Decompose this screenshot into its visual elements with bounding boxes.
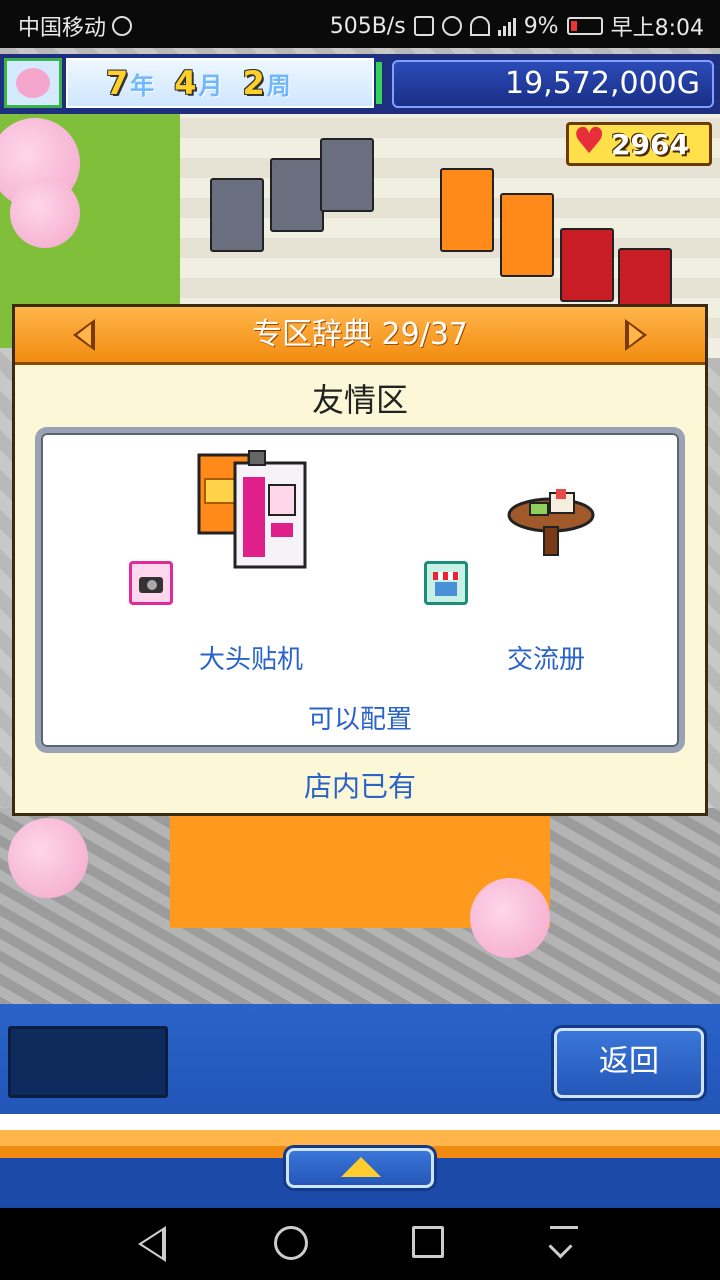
sticker-machine [440,168,494,252]
alarm-icon [112,16,133,36]
top-hud: 7年 4月 2周 19,572,000G [0,54,720,114]
owned-status: 店内已有 [303,770,416,803]
placeable-status: 可以配置 [307,705,412,735]
cherry-tree [10,178,80,248]
eye-icon [441,16,462,36]
arcade-machine [210,178,264,252]
shop-icon [424,561,468,605]
slot-machine [560,228,614,302]
hearts-counter: 2964 [566,121,712,166]
arcade-machine [320,138,374,212]
zone-name: 友情区 [311,381,408,419]
table-sprite [507,489,595,556]
cherry-blossom-icon [16,68,50,98]
status-left: 中国移动 [18,10,133,42]
money-display: 19,572,000G [392,60,714,108]
clock: 早上8:04 [610,16,704,41]
sticker-machine [500,193,554,277]
vibrate-icon [413,16,434,36]
arcade-machine [270,158,324,232]
next-page-button[interactable] [615,315,655,355]
dialog-header: 专区辞典 29/37 [15,307,705,365]
week: 2周 [242,64,291,102]
net-speed: 505B/s [329,13,406,39]
item-label: 大头贴机 [198,645,303,675]
zone-item[interactable]: 大头贴机 [91,433,391,733]
home-circle-icon[interactable] [274,1226,308,1260]
recents-square-icon[interactable] [412,1226,444,1258]
battery-percent: 9% [523,13,559,39]
sticker-machine-sprite [197,450,307,569]
cherry-tree [8,818,88,898]
back-button[interactable]: 返回 [554,1028,704,1098]
signal-icon [497,16,516,36]
zone-item[interactable]: 交流册 [386,433,686,733]
heart-icon [573,121,605,162]
notification-pull-icon[interactable] [550,1226,578,1262]
camera-icon [129,561,173,605]
item-label: 交流册 [506,645,585,675]
expand-up-button[interactable] [286,1148,434,1188]
wifi-icon [469,16,490,36]
hearts-value: 2964 [611,127,689,161]
cherry-tree [470,878,550,958]
dialog-title: 专区辞典 29/37 [252,317,468,352]
bottom-panel: 返回 [0,1004,720,1208]
year: 7年 [106,64,155,102]
carrier-name: 中国移动 [18,16,107,41]
game-date: 7年 4月 2周 [66,58,374,108]
back-triangle-icon[interactable] [138,1226,166,1262]
season-thumbnail[interactable] [4,58,62,108]
zone-items-panel: 大头贴机 交流册 可以配置 [35,427,685,753]
zone-dictionary-dialog: 专区辞典 29/37 友情区 大头贴机 交流册 可以配置 店内已有 [12,304,708,816]
hud-divider [376,62,382,104]
status-bar: 中国移动 505B/s 9% 早上8:04 [0,0,720,48]
battery-icon [566,17,603,35]
month: 4月 [174,64,223,102]
status-right: 505B/s 9% 早上8:04 [330,10,704,42]
info-box [8,1026,168,1098]
system-nav-bar [0,1208,720,1280]
